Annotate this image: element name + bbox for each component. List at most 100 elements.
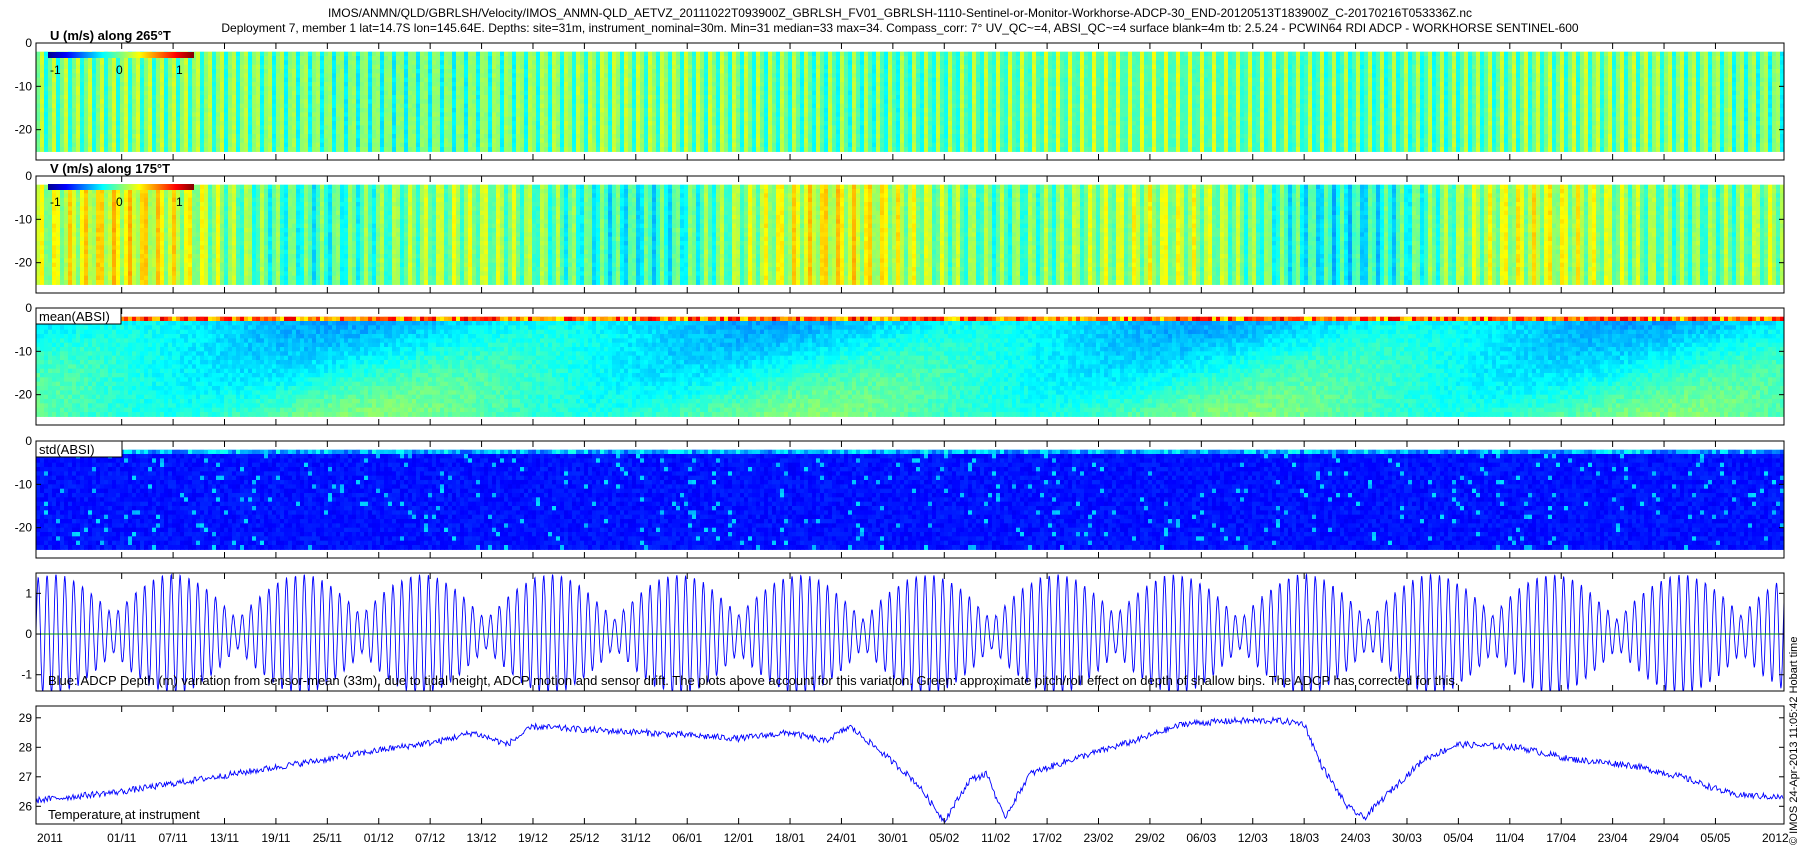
heatmap-cell bbox=[784, 99, 789, 105]
heatmap-cell bbox=[64, 95, 69, 100]
heatmap-cell bbox=[536, 77, 541, 83]
heatmap-cell bbox=[588, 129, 593, 135]
heatmap-cell bbox=[520, 95, 525, 100]
heatmap-cell bbox=[412, 82, 417, 87]
heatmap-cell bbox=[644, 147, 649, 152]
heatmap-cell bbox=[268, 51, 273, 57]
heatmap-cell bbox=[856, 125, 861, 131]
heatmap-cell bbox=[216, 95, 221, 100]
heatmap-cell bbox=[68, 134, 73, 139]
heatmap-cell bbox=[256, 125, 261, 131]
heatmap-cell bbox=[736, 129, 741, 135]
heatmap-cell bbox=[92, 77, 97, 83]
heatmap-cell bbox=[692, 60, 697, 66]
heatmap-cell bbox=[248, 142, 253, 148]
heatmap-cell bbox=[88, 108, 93, 113]
heatmap-cell bbox=[740, 73, 745, 79]
heatmap-cell bbox=[788, 73, 793, 79]
heatmap-cell bbox=[72, 134, 77, 139]
heatmap-cell bbox=[472, 77, 477, 83]
heatmap-cell bbox=[780, 69, 785, 74]
heatmap-cell bbox=[528, 138, 533, 144]
heatmap-cell bbox=[84, 116, 89, 122]
heatmap-cell bbox=[680, 51, 685, 57]
heatmap-cell bbox=[188, 138, 193, 144]
heatmap-cell bbox=[628, 56, 633, 61]
heatmap-cell bbox=[96, 86, 101, 92]
heatmap-cell bbox=[776, 77, 781, 83]
heatmap-cell bbox=[220, 64, 225, 70]
heatmap-cell bbox=[708, 112, 713, 118]
heatmap-cell bbox=[260, 129, 265, 135]
heatmap-cell bbox=[680, 95, 685, 100]
heatmap-cell bbox=[532, 99, 537, 105]
heatmap-cell bbox=[648, 142, 653, 148]
heatmap-cell bbox=[292, 99, 297, 105]
heatmap-cell bbox=[820, 147, 825, 152]
heatmap-cell bbox=[76, 95, 81, 100]
heatmap-cell bbox=[648, 56, 653, 61]
heatmap-cell bbox=[196, 121, 201, 126]
heatmap-cell bbox=[616, 56, 621, 61]
heatmap-cell bbox=[60, 129, 65, 135]
heatmap-cell bbox=[584, 134, 589, 139]
heatmap-cell bbox=[60, 112, 65, 118]
heatmap-cell bbox=[368, 51, 373, 57]
heatmap-cell bbox=[380, 129, 385, 135]
heatmap-cell bbox=[76, 138, 81, 144]
heatmap-cell bbox=[64, 77, 69, 83]
heatmap-cell bbox=[728, 116, 733, 122]
heatmap-cell bbox=[268, 69, 273, 74]
heatmap-cell bbox=[688, 142, 693, 148]
heatmap-cell bbox=[824, 90, 829, 96]
heatmap-cell bbox=[828, 103, 833, 109]
heatmap-cell bbox=[308, 90, 313, 96]
heatmap-cell bbox=[264, 64, 269, 70]
heatmap-cell bbox=[788, 138, 793, 144]
heatmap-cell bbox=[272, 112, 277, 118]
heatmap-cell bbox=[828, 108, 833, 113]
heatmap-cell bbox=[400, 86, 405, 92]
heatmap-cell bbox=[844, 73, 849, 79]
heatmap-cell bbox=[444, 142, 449, 148]
heatmap-cell bbox=[832, 51, 837, 57]
heatmap-cell bbox=[512, 64, 517, 70]
heatmap-cell bbox=[780, 77, 785, 83]
heatmap-cell bbox=[428, 142, 433, 148]
heatmap-cell bbox=[504, 129, 509, 135]
heatmap-cell bbox=[260, 99, 265, 105]
heatmap-cell bbox=[156, 138, 161, 144]
heatmap-cell bbox=[704, 56, 709, 61]
heatmap-cell bbox=[696, 142, 701, 148]
heatmap-cell bbox=[196, 73, 201, 79]
heatmap-cell bbox=[296, 82, 301, 87]
heatmap-cell bbox=[496, 142, 501, 148]
heatmap-cell bbox=[748, 60, 753, 66]
heatmap-cell bbox=[448, 99, 453, 105]
heatmap-cell bbox=[124, 125, 129, 131]
heatmap-cell bbox=[204, 138, 209, 144]
heatmap-cell bbox=[820, 112, 825, 118]
heatmap-cell bbox=[828, 138, 833, 144]
heatmap-cell bbox=[156, 86, 161, 92]
heatmap-cell bbox=[360, 51, 365, 57]
heatmap-cell bbox=[688, 147, 693, 152]
heatmap-cell bbox=[584, 51, 589, 57]
heatmap-cell bbox=[724, 103, 729, 109]
heatmap-cell bbox=[472, 60, 477, 66]
heatmap-cell bbox=[460, 51, 465, 57]
heatmap-cell bbox=[296, 121, 301, 126]
heatmap-cell bbox=[816, 142, 821, 148]
heatmap-cell bbox=[728, 95, 733, 100]
heatmap-cell bbox=[616, 134, 621, 139]
heatmap-cell bbox=[440, 99, 445, 105]
heatmap-cell bbox=[328, 125, 333, 131]
heatmap-cell bbox=[256, 99, 261, 105]
heatmap-cell bbox=[588, 60, 593, 66]
heatmap-cell bbox=[704, 103, 709, 109]
heatmap-cell bbox=[560, 90, 565, 96]
heatmap-cell bbox=[800, 142, 805, 148]
heatmap-cell bbox=[80, 82, 85, 87]
heatmap-cell bbox=[468, 64, 473, 70]
heatmap-cell bbox=[232, 129, 237, 135]
